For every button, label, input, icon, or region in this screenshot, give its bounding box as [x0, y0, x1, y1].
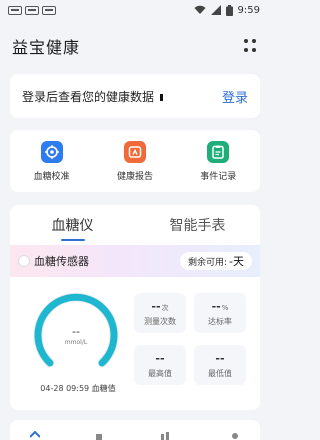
login-hint-wrap: 登录后查看您的健康数据	[22, 88, 164, 105]
tab-glucose-meter[interactable]: 血糖仪	[10, 205, 135, 245]
event-record-icon	[207, 140, 230, 163]
stat-label: 最低值	[208, 368, 232, 378]
calibration-icon	[40, 140, 63, 163]
report-icon	[123, 140, 146, 163]
status-bar: 9:59	[0, 0, 270, 20]
stat-label: 达标率	[208, 316, 232, 326]
app-title: 益宝健康	[12, 38, 81, 57]
sensor-name: 血糖传感器	[34, 255, 89, 268]
remaining-value: -天	[229, 255, 244, 268]
tool-event-record[interactable]: 事件记录	[183, 140, 253, 182]
login-hint: 登录后查看您的健康数据	[22, 89, 155, 104]
login-button[interactable]: 登录	[222, 87, 248, 106]
glucose-summary: -- mmol/L 04-28 09:59 血糖值 --次 测量次数 --% 达…	[10, 277, 260, 410]
gauge-unit: mmol/L	[64, 339, 88, 346]
gauge-value: --	[72, 325, 80, 338]
remaining-label: 剩余可用:	[187, 257, 228, 268]
text-cursor	[160, 93, 164, 101]
app-notification-icon	[42, 5, 56, 15]
app-notification-icon	[25, 5, 39, 15]
app-notification-icon	[8, 5, 22, 15]
tool-label: 健康报告	[116, 171, 153, 182]
tool-health-report[interactable]: 健康报告	[100, 140, 170, 182]
stat-unit: 次	[161, 303, 169, 312]
home-tab-icon[interactable]	[30, 431, 40, 440]
bottom-nav	[10, 420, 260, 440]
stat-measure-count: --次 测量次数	[134, 293, 186, 333]
device-tab-icon[interactable]	[94, 431, 104, 440]
stat-label: 测量次数	[144, 316, 176, 326]
gauge-caption: 04-28 09:59 血糖值	[40, 384, 116, 393]
notification-icons	[8, 5, 56, 15]
wifi-icon	[194, 5, 206, 14]
status-time: 9:59	[237, 4, 260, 16]
battery-icon	[225, 4, 233, 16]
stat-compliance-rate: --% 达标率	[194, 293, 246, 333]
signal-icon	[210, 5, 221, 15]
profile-tab-icon[interactable]	[230, 431, 240, 440]
remaining-days-badge: 剩余可用: -天	[179, 252, 252, 270]
stat-highest: -- 最高值	[134, 345, 186, 385]
quick-tools: 血糖校准 健康报告 事件记录	[10, 130, 260, 192]
stat-value: --	[151, 299, 161, 313]
app-header: 益宝健康	[0, 28, 270, 64]
tool-calibration[interactable]: 血糖校准	[17, 140, 87, 182]
tab-smart-watch[interactable]: 智能手表	[135, 205, 260, 245]
device-tabs: 血糖仪 智能手表	[10, 205, 260, 245]
sensor-icon	[18, 255, 30, 267]
tool-label: 血糖校准	[33, 171, 70, 182]
stat-value: --	[211, 299, 221, 313]
stat-value: --	[215, 351, 225, 365]
data-tab-icon[interactable]	[160, 431, 170, 440]
stat-lowest: -- 最低值	[194, 345, 246, 385]
tool-label: 事件记录	[200, 171, 237, 182]
apps-menu-icon[interactable]	[244, 39, 258, 53]
stat-label: 最高值	[148, 368, 172, 378]
sensor-row: 血糖传感器 剩余可用: -天	[10, 245, 260, 277]
login-card[interactable]: 登录后查看您的健康数据 登录	[10, 74, 260, 118]
stat-unit: %	[221, 303, 229, 312]
stat-value: --	[155, 351, 165, 365]
device-card: 血糖仪 智能手表 血糖传感器 剩余可用: -天 -- mmol/L 04-28 …	[10, 205, 260, 410]
